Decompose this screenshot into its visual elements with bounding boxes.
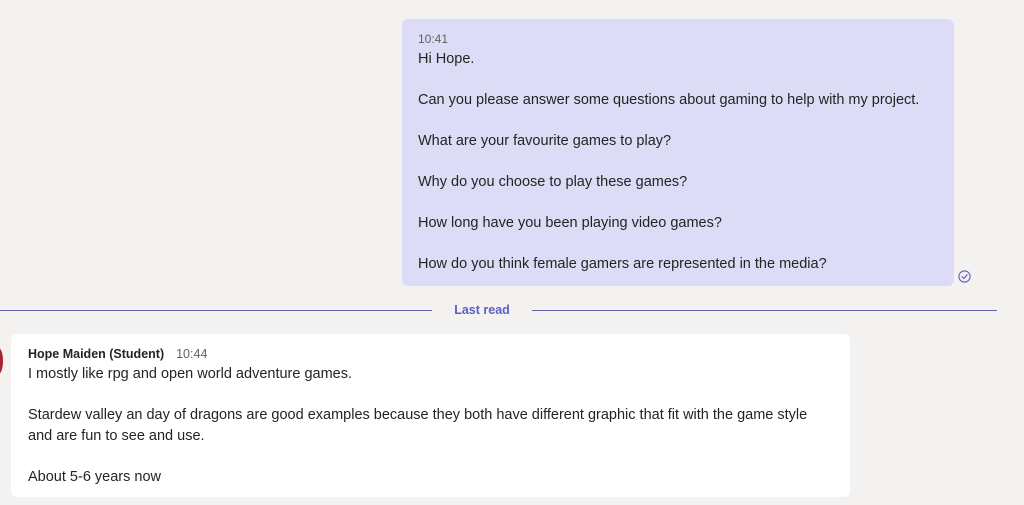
received-message-time: 10:44 (176, 347, 208, 361)
received-message-paragraph: I mostly like rpg and open world adventu… (28, 366, 353, 382)
sent-message-line: Can you please answer some questions abo… (418, 92, 920, 108)
received-message-paragraph: Stardew valley an day of dragons are goo… (28, 407, 808, 444)
received-message-paragraph: About 5-6 years now (28, 469, 161, 485)
sender-name[interactable]: Hope Maiden (Student) (28, 347, 164, 361)
sent-message-line: How do you think female gamers are repre… (418, 256, 827, 272)
divider-line-right (532, 310, 997, 311)
received-message-bubble[interactable]: Hope Maiden (Student) 10:44 I mostly like… (11, 334, 850, 497)
sent-message-line: How long have you been playing video gam… (418, 215, 722, 231)
divider-line-left (0, 310, 432, 311)
received-message-body: I mostly like rpg and open world adventu… (28, 364, 833, 488)
avatar[interactable] (0, 348, 3, 374)
sent-message-line: Why do you choose to play these games? (418, 174, 688, 190)
last-read-label: Last read (454, 303, 510, 317)
sent-message-body: Hi Hope. Can you please answer some ques… (418, 49, 938, 274)
sent-message-bubble[interactable]: 10:41 Hi Hope. Can you please answer som… (402, 19, 954, 286)
sent-message-line: Hi Hope. (418, 51, 475, 67)
message-header: Hope Maiden (Student) 10:44 (28, 346, 833, 362)
last-read-divider: Last read (0, 300, 1024, 320)
read-receipt-icon (958, 270, 971, 283)
sent-message-line: What are your favourite games to play? (418, 133, 672, 149)
sent-message-time: 10:41 (418, 32, 449, 46)
